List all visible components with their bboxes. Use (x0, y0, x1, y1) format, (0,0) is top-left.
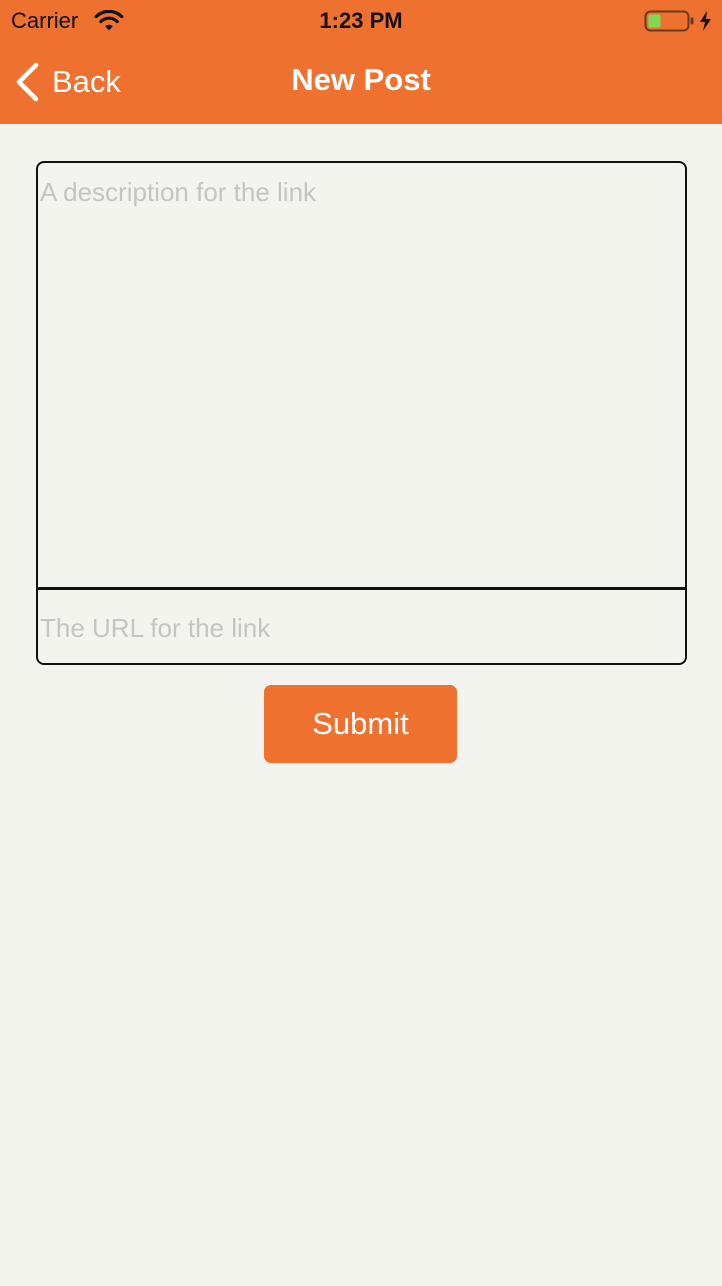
battery-charging-icon (644, 10, 711, 32)
app-header: Carrier 1:23 PM Back New Post (0, 0, 722, 124)
status-time: 1:23 PM (319, 8, 403, 33)
submit-button[interactable]: Submit (264, 685, 457, 763)
new-post-form (36, 161, 687, 665)
page-title: New Post (291, 62, 431, 97)
navigation-bar: Back New Post (0, 40, 722, 124)
status-bar: Carrier 1:23 PM (0, 0, 722, 40)
description-input[interactable] (38, 163, 685, 590)
url-input[interactable] (38, 593, 685, 663)
